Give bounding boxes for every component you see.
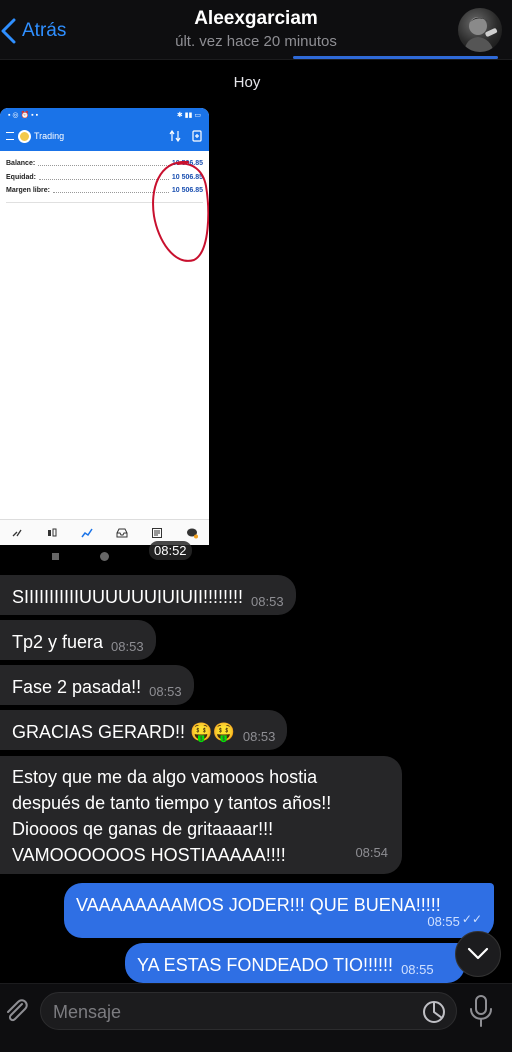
contact-avatar[interactable]	[458, 8, 502, 52]
message-text: Tp2 y fuera	[12, 632, 104, 652]
message-field[interactable]	[40, 992, 457, 1030]
trading-app-bar: Trading	[0, 121, 209, 151]
phone-status-bar: ▪ ◎ ⏰ ▪ ▪ ✱ ▮▮ ▭	[0, 108, 209, 121]
paperclip-icon[interactable]	[2, 996, 30, 1026]
chat-header: Atrás Aleexgarciam últ. vez hace 20 minu…	[0, 0, 512, 60]
home-icon	[100, 552, 109, 561]
trading-screenshot: ▪ ◎ ⏰ ▪ ▪ ✱ ▮▮ ▭ Trading Balance: 10 506…	[0, 108, 209, 545]
incoming-message[interactable]: Tp2 y fuera 08:53	[0, 620, 156, 660]
microphone-icon[interactable]	[468, 994, 494, 1028]
candles-icon	[48, 528, 57, 536]
chat-title[interactable]: Aleexgarciam últ. vez hace 20 minutos	[110, 8, 402, 50]
chevron-down-icon	[467, 947, 489, 960]
trade-chart-icon	[81, 528, 93, 537]
menu-icon	[6, 132, 14, 140]
inbox-icon	[116, 528, 128, 537]
message-line: Dioooos qe ganas de gritaaaar!!!	[12, 819, 274, 839]
message-time: 08:52	[149, 541, 192, 560]
incoming-message[interactable]: Estoy que me da algo vamooos hostia desp…	[0, 756, 402, 874]
message-input[interactable]	[53, 999, 403, 1025]
recents-icon	[52, 553, 59, 560]
avatar-image-icon	[464, 17, 498, 52]
message-composer	[0, 983, 512, 1052]
image-message[interactable]: ▪ ◎ ⏰ ▪ ▪ ✱ ▮▮ ▭ Trading Balance: 10 506…	[0, 108, 209, 568]
trading-title: Trading	[34, 131, 65, 141]
pinned-indicator	[293, 56, 498, 59]
message-time: 08:53	[251, 594, 284, 609]
outgoing-message[interactable]: YA ESTAS FONDEADO TIO!!!!!! 08:55	[125, 943, 465, 983]
incoming-message[interactable]: SIIIIIIIIIIIUUUUUUIUIUII!!!!!!!! 08:53	[0, 575, 296, 615]
read-checkmarks-icon: ✓✓	[461, 912, 482, 926]
chat-icon	[186, 528, 198, 538]
message-line: después de tanto tiempo y tantos años!!	[12, 793, 332, 813]
message-text: Fase 2 pasada!!	[12, 677, 142, 697]
message-meta: 08:55 ✓✓	[427, 905, 482, 934]
free-margin-label: Margen libre:	[6, 187, 50, 195]
add-document-icon	[192, 130, 202, 142]
message-line: VAMOOOOOOS HOSTIAAAAA!!!!	[12, 845, 286, 865]
date-separator: Hoy	[233, 74, 261, 91]
outgoing-message[interactable]: VAAAAAAAAMOS JODER!!! QUE BUENA!!!!! 08:…	[64, 883, 494, 938]
message-time: 08:54	[355, 845, 388, 860]
equity-label: Equidad:	[6, 173, 36, 181]
message-time: 08:55	[401, 962, 434, 977]
sort-arrows-icon	[169, 130, 181, 142]
red-circle-annotation	[152, 160, 209, 262]
status-icons-left: ▪ ◎ ⏰ ▪ ▪	[8, 111, 39, 119]
message-text: GRACIAS GERARD!! 🤑🤑	[12, 722, 235, 742]
message-time: 08:53	[149, 684, 182, 699]
message-text: VAAAAAAAAMOS JODER!!! QUE BUENA!!!!!	[76, 895, 441, 915]
scroll-to-bottom-button[interactable]	[455, 931, 501, 977]
sticker-icon[interactable]	[422, 1000, 446, 1024]
back-label: Atrás	[22, 20, 67, 41]
news-icon	[151, 527, 162, 538]
chevron-left-icon	[1, 18, 16, 44]
quotes-icon	[12, 529, 22, 536]
app-logo-icon	[18, 129, 31, 143]
incoming-message[interactable]: GRACIAS GERARD!! 🤑🤑 08:53	[0, 710, 288, 750]
incoming-message[interactable]: Fase 2 pasada!! 08:53	[0, 665, 194, 705]
message-text: SIIIIIIIIIIIUUUUUUIUIUII!!!!!!!!	[12, 587, 244, 607]
status-icons-right: ✱ ▮▮ ▭	[176, 111, 201, 119]
message-time: 08:53	[242, 729, 276, 744]
balance-label: Balance:	[6, 160, 36, 168]
back-button[interactable]: Atrás	[0, 14, 66, 48]
message-text: YA ESTAS FONDEADO TIO!!!!!!	[137, 955, 394, 975]
message-time: 08:55	[427, 914, 460, 929]
contact-name: Aleexgarciam	[194, 8, 318, 29]
message-time: 08:53	[111, 639, 144, 654]
last-seen-status: últ. vez hace 20 minutos	[175, 33, 337, 50]
message-line: Estoy que me da algo vamooos hostia	[12, 767, 318, 787]
